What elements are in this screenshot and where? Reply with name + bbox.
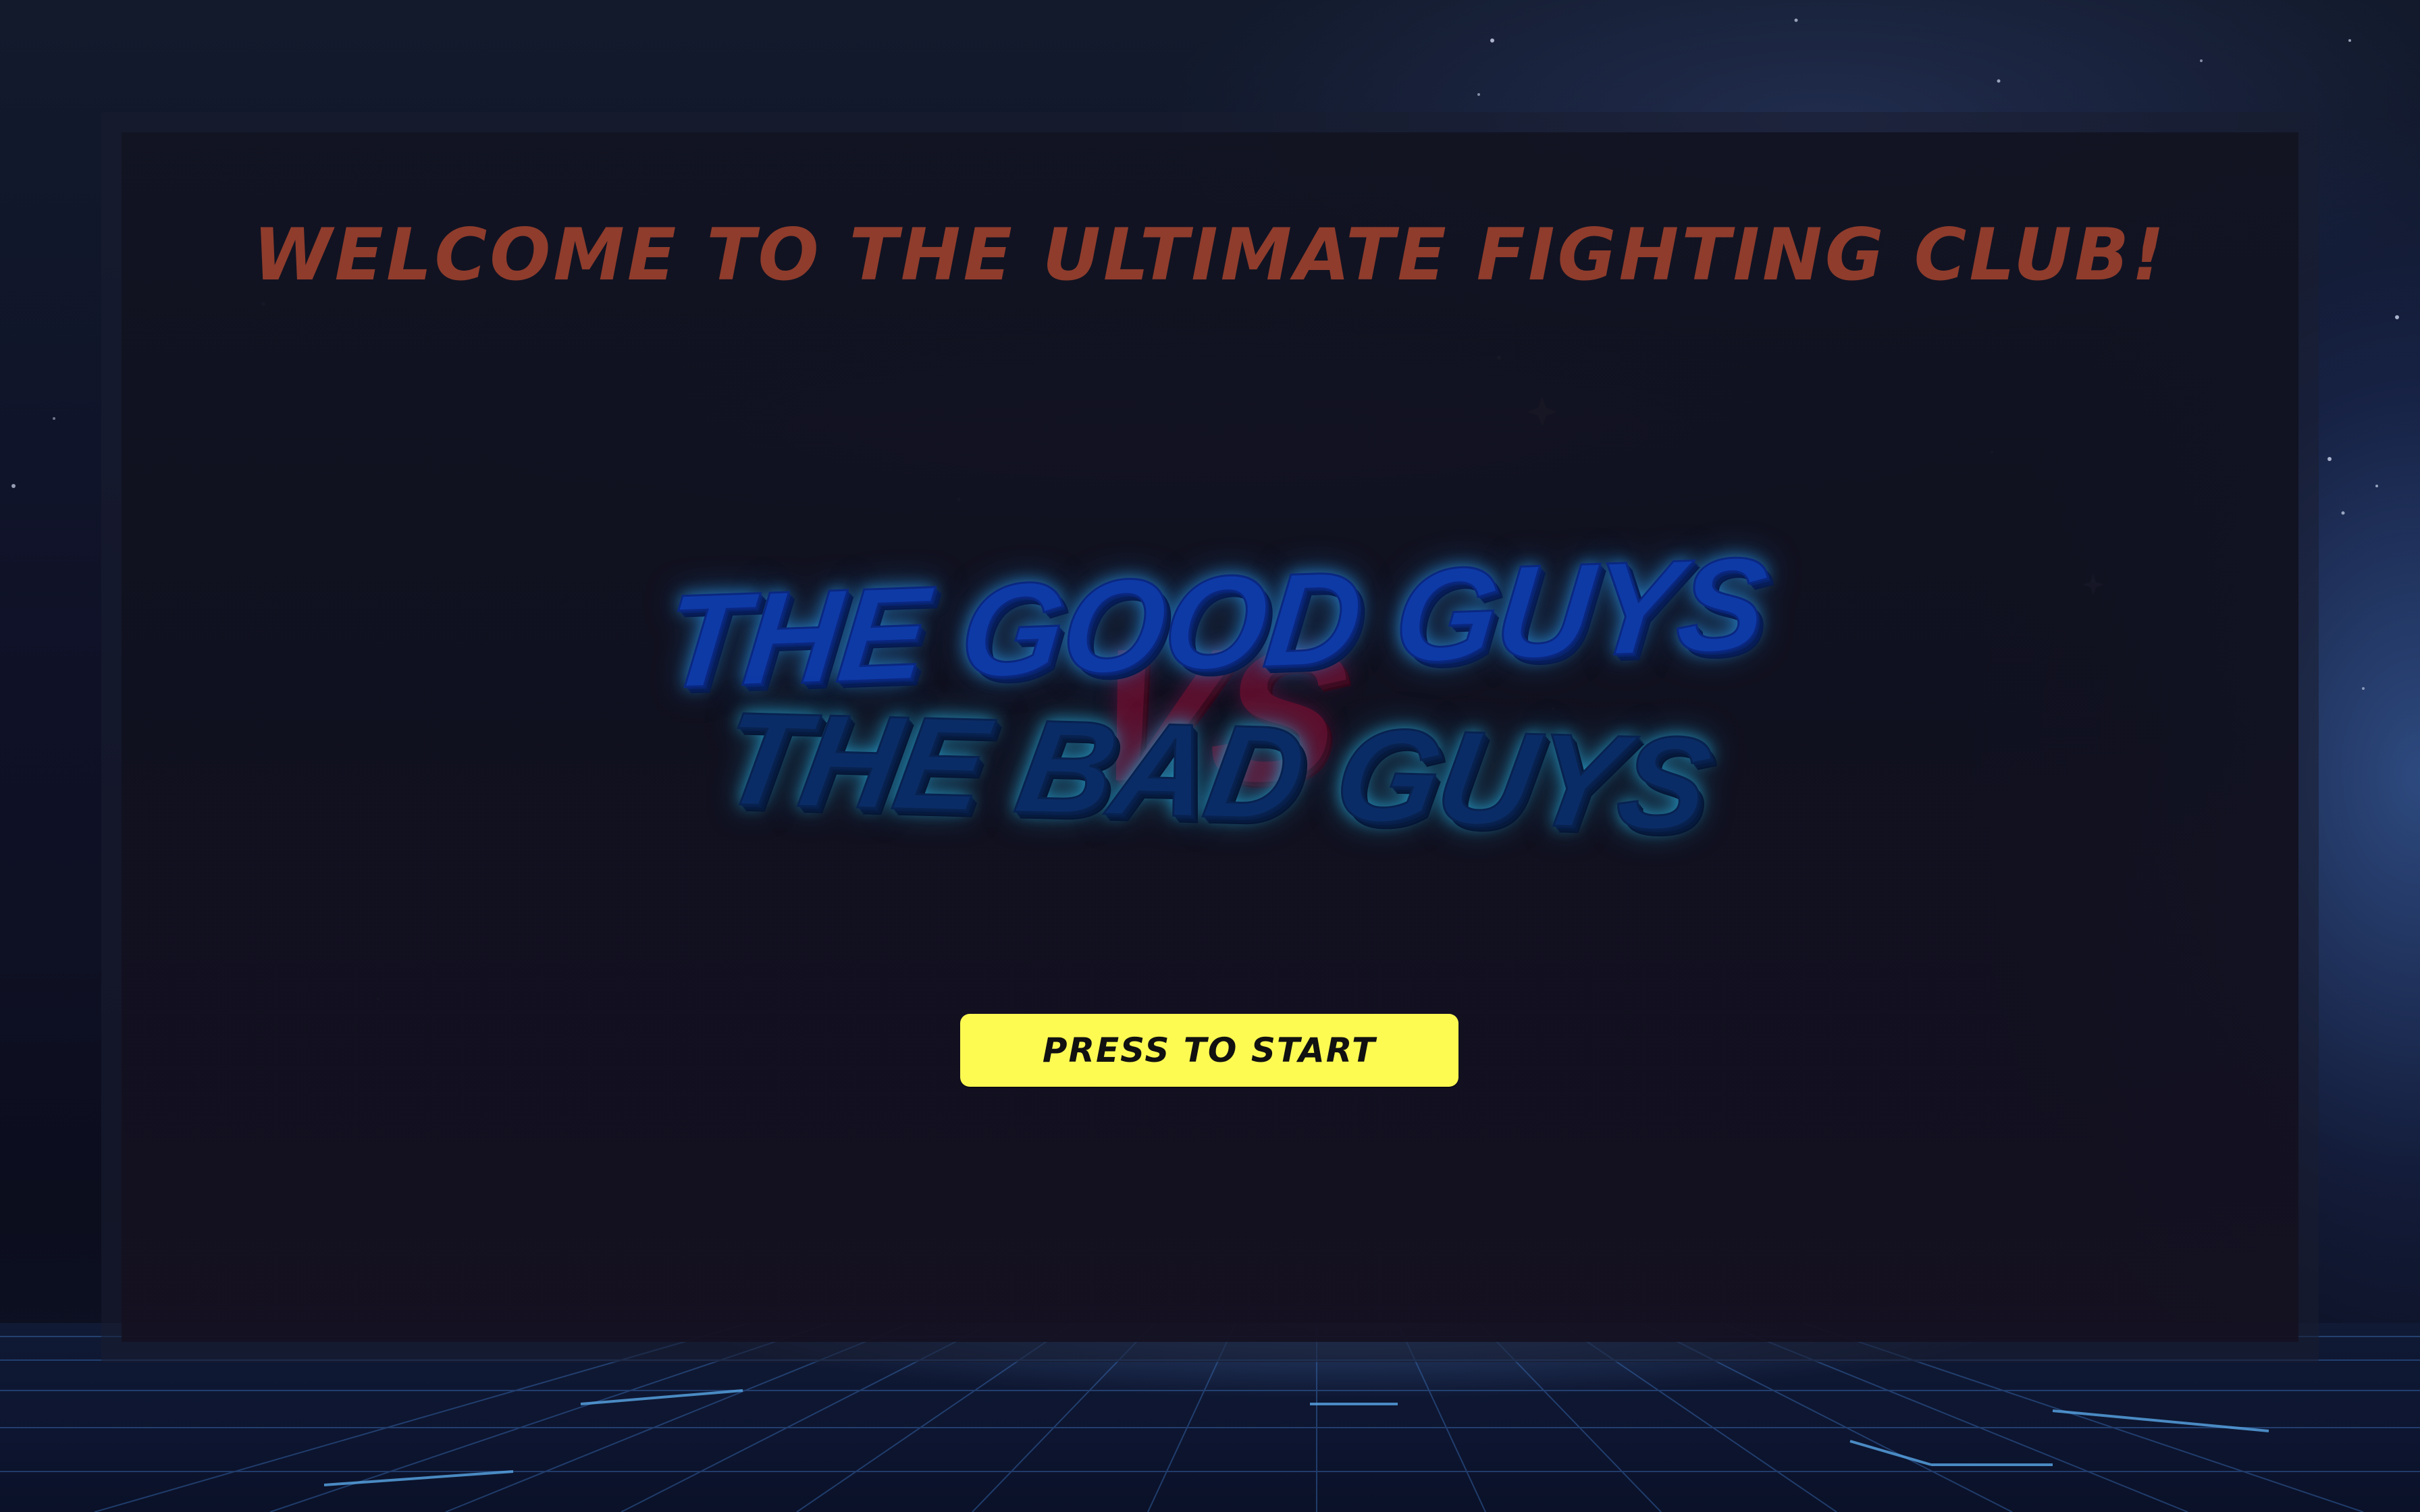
game-logo: VS THE GOOD GUYS THE BAD GUYS (608, 526, 1823, 878)
welcome-heading: WELCOME TO THE ULTIMATE FIGHTING CLUB! (253, 213, 2167, 296)
title-screen: WELCOME TO THE ULTIMATE FIGHTING CLUB! V… (0, 0, 2420, 1512)
logo-bad-guys: THE BAD GUYS (710, 684, 1720, 859)
press-to-start-button[interactable]: PRESS TO START (960, 1014, 1458, 1087)
